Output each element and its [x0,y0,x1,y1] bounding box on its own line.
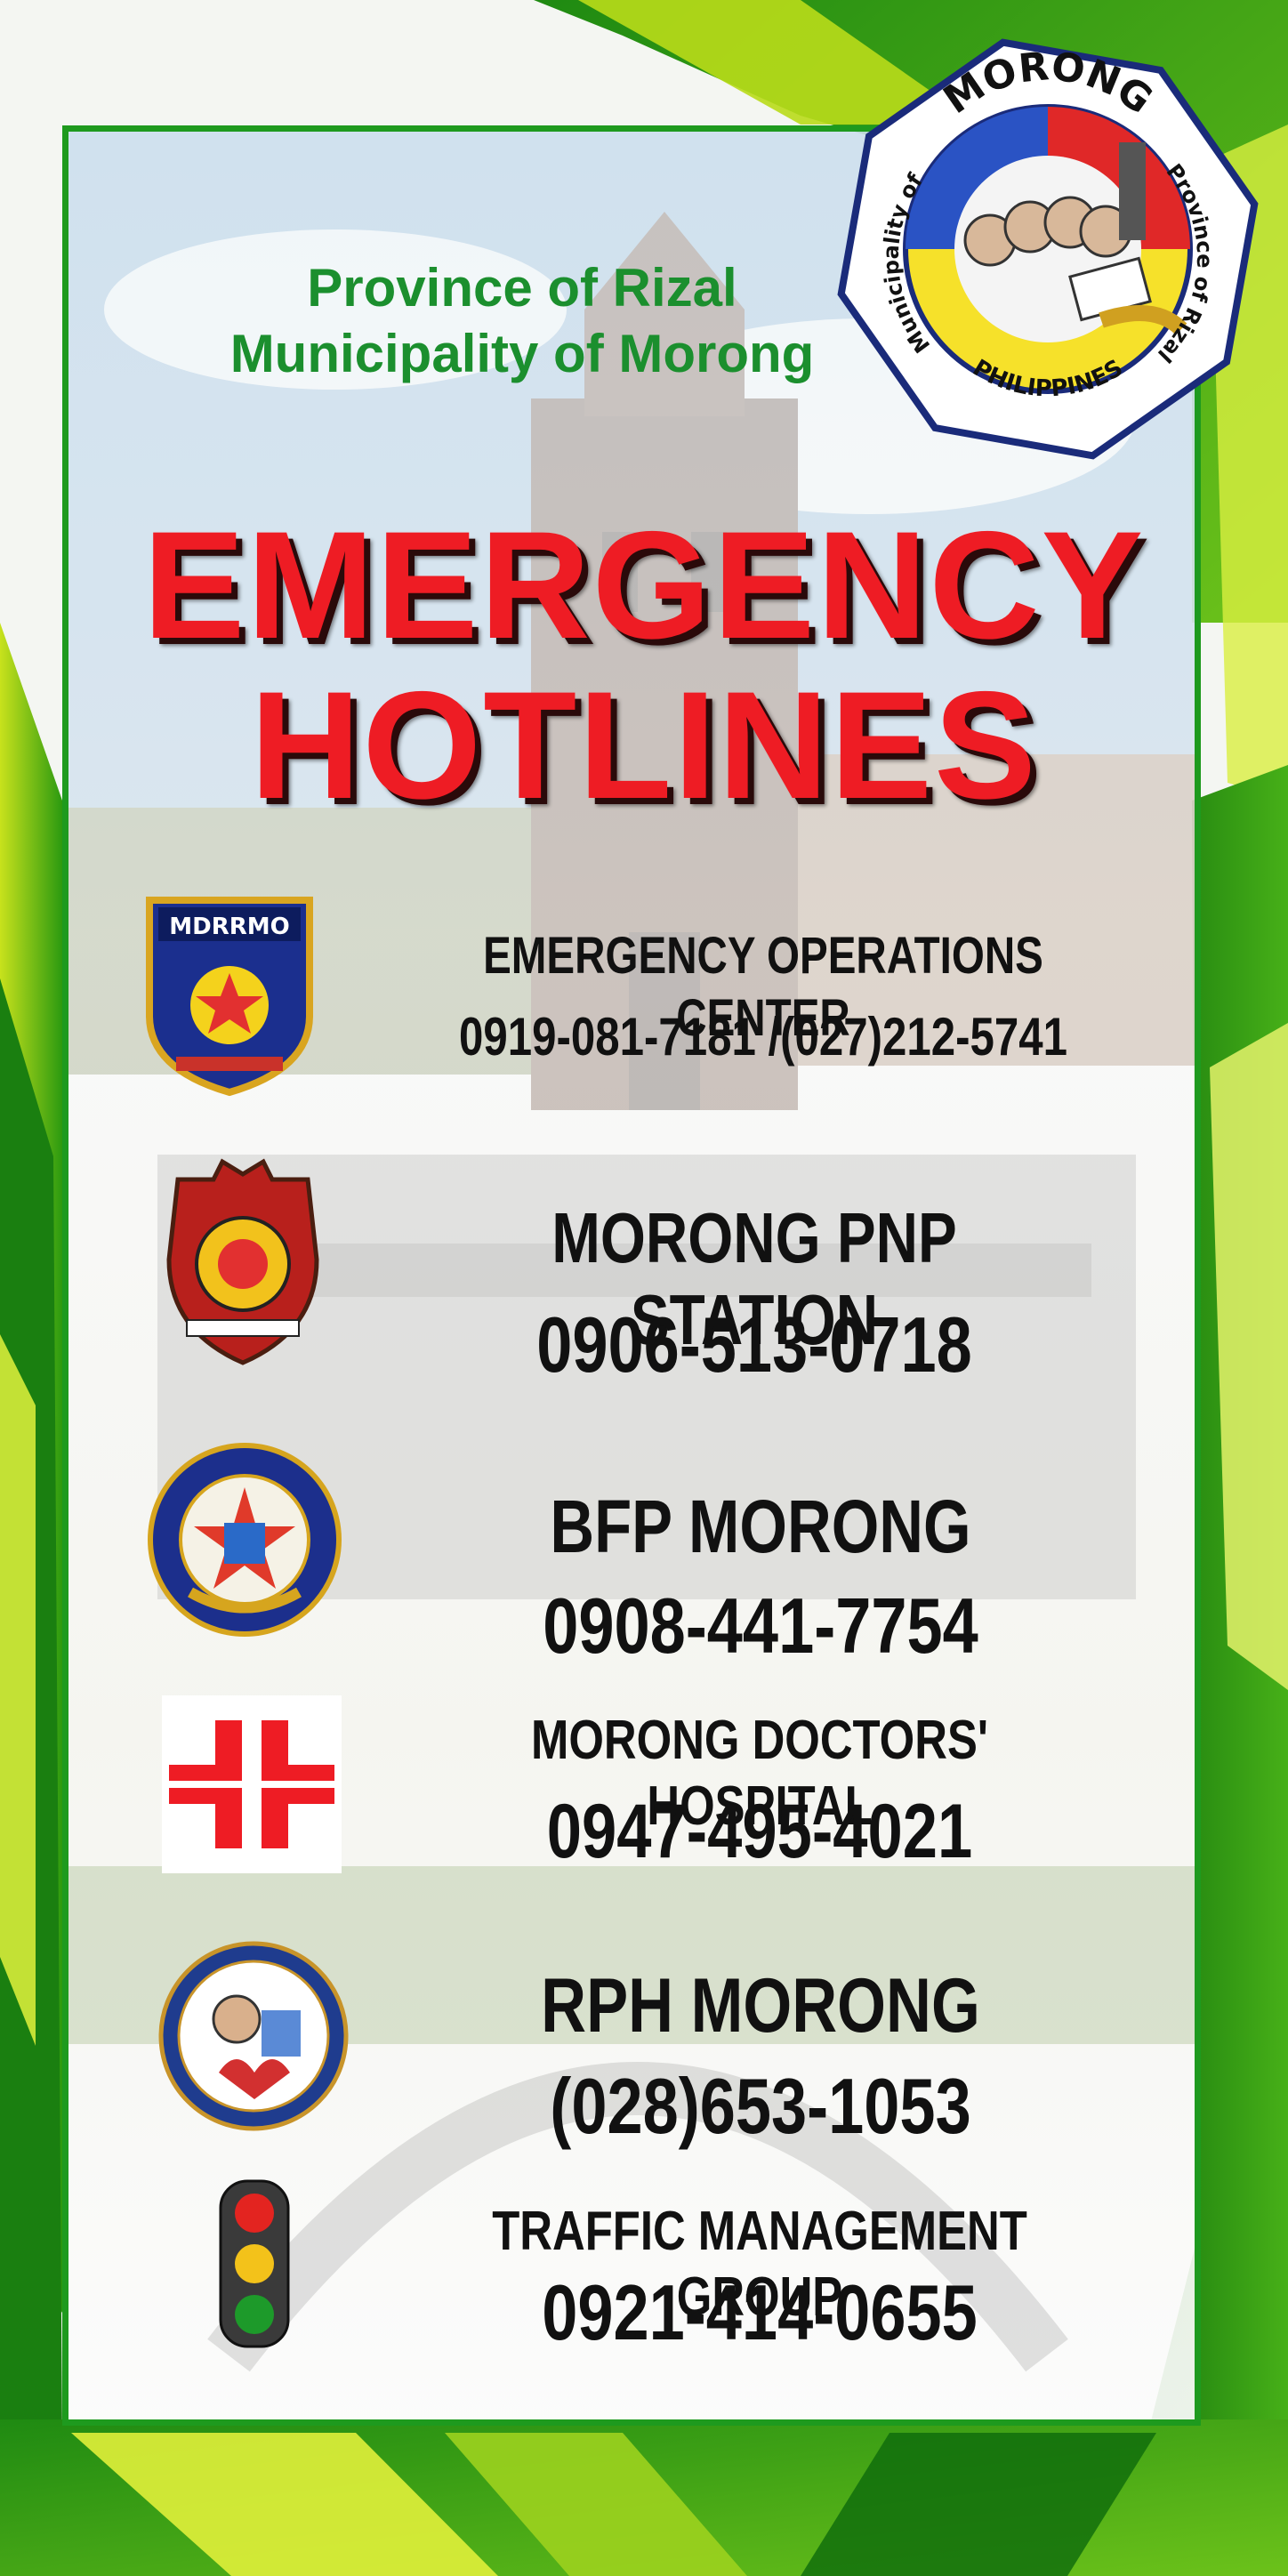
entry-name-rph: RPH MORONG [541,1963,980,2049]
morong-municipal-seal-icon: MORONG PHILIPPINES Municipality of Provi… [837,38,1259,460]
title-hotlines: HOTLINES [250,660,1038,831]
title-emergency: EMERGENCY [142,500,1146,671]
mdrrmo-logo-text: MDRRMO [169,914,289,940]
entry-number-pnp[interactable]: 0906-513-0718 [433,1300,1075,1389]
entry-number-eoc[interactable]: 0919-081-7181 /(027)212-5741 [421,1005,1107,1069]
province-label: Province of Rizal [307,258,737,318]
municipality-label: Municipality of Morong [229,324,815,383]
entry-number-rph[interactable]: (028)653-1053 [429,2062,1092,2151]
entry-number-bfp[interactable]: 0908-441-7754 [429,1582,1092,1670]
medical-cross-icon [162,1695,342,1873]
entry-number-traffic[interactable]: 0921-414-0655 [427,2268,1092,2357]
mdrrmo-shield-icon: MDRRMO [146,897,313,1097]
rph-seal-icon [158,1941,349,2131]
bfp-seal-icon [148,1443,342,1637]
entry-number-doctors-hospital[interactable]: 0947-495-4021 [427,1788,1092,1875]
pnp-badge-icon [166,1158,319,1365]
traffic-light-icon [219,2179,290,2348]
entry-name-bfp: BFP MORONG [550,1485,971,1568]
